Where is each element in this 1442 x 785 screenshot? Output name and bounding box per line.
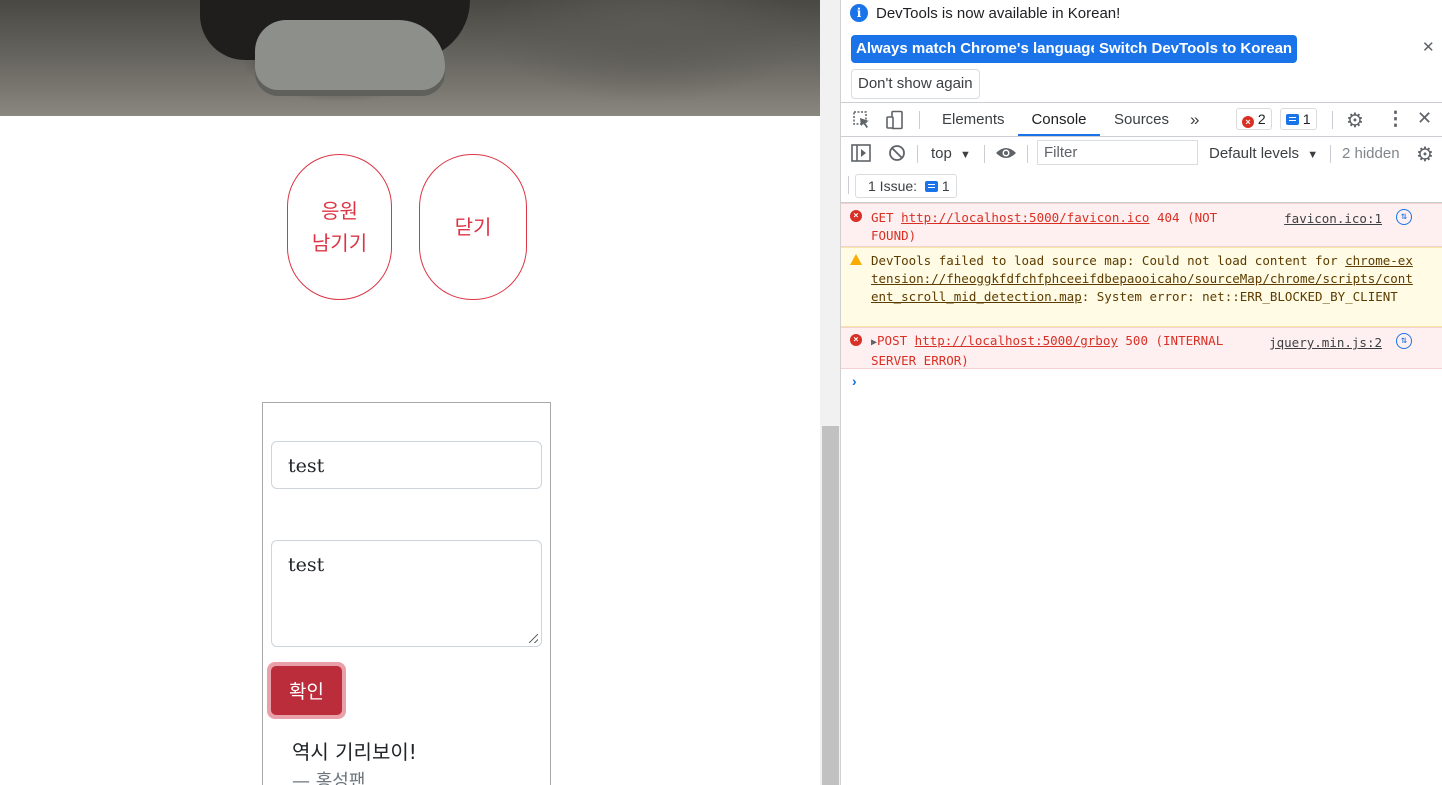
separator [848,176,849,194]
hidden-count: 2 hidden [1342,145,1400,162]
log-text: POST [877,333,915,348]
more-tabs-icon[interactable]: » [1190,103,1199,136]
tab-sources[interactable]: Sources [1114,103,1169,136]
info-icon: i [850,4,868,22]
more-options-icon[interactable]: ⋮ [1386,108,1405,131]
clear-console-icon[interactable] [888,144,906,162]
issues-label: 1 Issue: [868,178,918,194]
live-expression-eye-icon[interactable] [995,146,1017,160]
chevron-down-icon: ▼ [1307,149,1319,161]
infobar-close-icon[interactable]: ✕ [1422,38,1435,56]
console-error-row[interactable]: × ▶POST http://localhost:5000/grboy 500 … [841,327,1442,369]
sidebar-toggle-icon[interactable] [851,144,871,162]
tab-elements[interactable]: Elements [942,103,1005,136]
web-page: 응원 남기기 닫기 test test 확인 역시 기리보이! — 홍성팬 [0,0,820,785]
separator [1330,145,1331,163]
log-source-link[interactable]: favicon.ico:1 [1284,210,1382,228]
network-panel-icon[interactable]: ⇅ [1396,209,1412,225]
console-settings-gear-icon[interactable]: ⚙ [1416,142,1434,167]
dont-show-again-button[interactable]: Don't show again [851,69,980,99]
issues-bar: 1 Issue: 1 [841,170,1442,203]
device-toolbar-icon[interactable] [885,110,905,130]
separator [1332,111,1333,129]
log-url-link[interactable]: http://localhost:5000/grboy [915,333,1118,348]
switch-to-korean-button[interactable]: Switch DevTools to Korean [1094,35,1298,63]
infobar-message: DevTools is now available in Korean! [876,5,1121,22]
chevron-down-icon: ▼ [960,149,971,161]
issues-button[interactable]: 1 Issue: 1 [855,174,957,198]
separator [984,145,985,163]
message-icon [1286,114,1299,125]
filter-input[interactable]: Filter [1037,140,1198,165]
log-text: DevTools failed to load source map: Coul… [871,253,1346,268]
cheer-message-author: — 홍성팬 [292,771,366,785]
console-error-row[interactable]: × GET http://localhost:5000/favicon.ico … [841,203,1442,247]
message-text: test [288,554,325,576]
devtools-tabbar: Elements Console Sources » × 2 1 ⚙ ⋮ ✕ [841,102,1442,137]
warning-icon [850,254,862,265]
log-source-link[interactable]: jquery.min.js:2 [1269,334,1382,352]
error-icon: × [1242,116,1254,128]
message-count-badge[interactable]: 1 [1280,108,1317,130]
language-infobar: i DevTools is now available in Korean! A… [841,0,1442,102]
console-warning-row[interactable]: DevTools failed to load source map: Coul… [841,247,1442,327]
console-toolbar: top ▼ Filter Default levels ▼ 2 hidden ⚙ [841,137,1442,170]
resize-handle-icon[interactable] [529,634,538,643]
settings-gear-icon[interactable]: ⚙ [1346,108,1364,133]
context-value: top [931,145,952,162]
error-icon: × [850,334,862,346]
separator [917,145,918,163]
separator [919,111,920,129]
confirm-button-label: 확인 [271,666,342,715]
tab-console[interactable]: Console [1018,103,1100,136]
close-devtools-icon[interactable]: ✕ [1417,108,1432,129]
page-scrollbar-thumb[interactable] [822,426,839,785]
log-text: GET [871,210,902,225]
log-levels-value: Default levels [1209,145,1300,162]
context-selector[interactable]: top ▼ [931,145,971,162]
hero-shoe [255,20,445,90]
cheer-form-card: test test 확인 역시 기리보이! — 홍성팬 [262,402,551,785]
error-icon: × [850,210,862,222]
log-levels-dropdown[interactable]: Default levels ▼ [1209,145,1318,162]
cheer-button[interactable]: 응원 남기기 [287,154,392,300]
console-prompt-icon[interactable]: › [852,373,857,389]
log-text: : System error: net::ERR_BLOCKED_BY_CLIE… [1081,289,1398,304]
cheer-message-text: 역시 기리보이! [292,740,417,764]
issue-count: 1 [941,178,950,194]
hero-image [0,0,820,116]
name-input[interactable]: test [271,441,542,489]
devtools-panel: i DevTools is now available in Korean! A… [841,0,1442,785]
issue-icon [924,181,938,192]
error-count-badge[interactable]: × 2 [1236,108,1272,130]
error-count: 2 [1257,111,1266,127]
always-match-language-button[interactable]: Always match Chrome's language [851,35,1104,63]
message-textarea[interactable]: test [271,540,542,647]
close-button[interactable]: 닫기 [419,154,527,300]
message-count: 1 [1302,111,1311,127]
inspect-element-icon[interactable] [852,110,872,130]
network-panel-icon[interactable]: ⇅ [1396,333,1412,349]
log-url-link[interactable]: http://localhost:5000/favicon.ico [901,210,1149,225]
confirm-button[interactable]: 확인 [267,662,346,719]
separator [1027,145,1028,163]
